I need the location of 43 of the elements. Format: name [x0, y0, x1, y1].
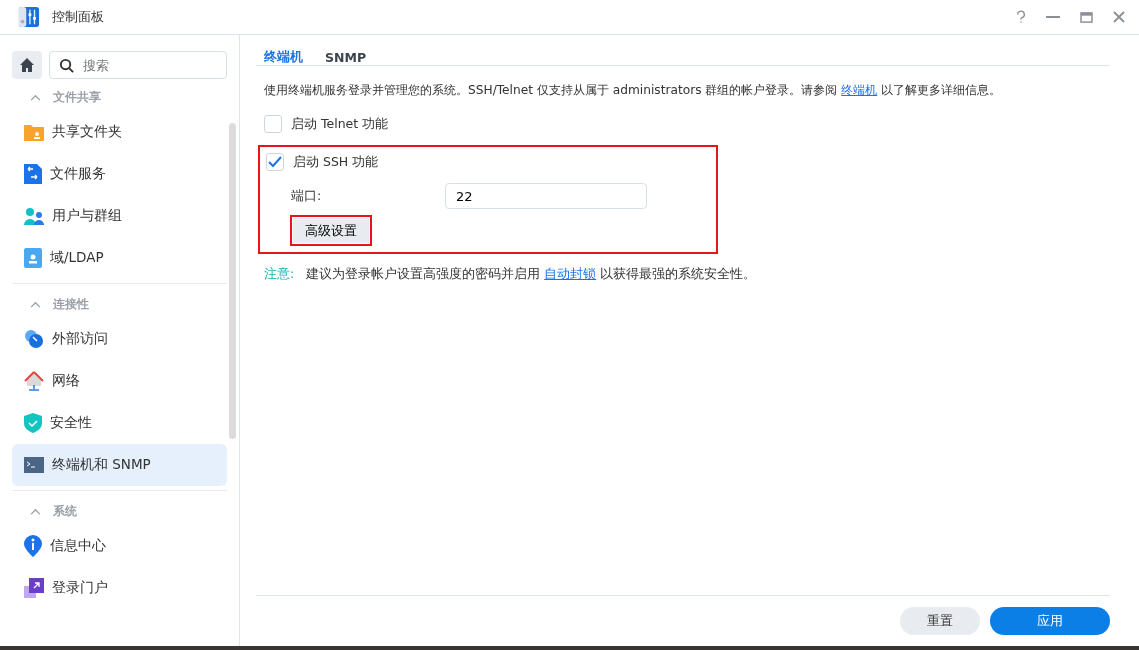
search-field[interactable]: 搜索 — [49, 51, 227, 79]
search-icon — [59, 58, 74, 73]
portal-icon — [24, 578, 44, 598]
control-panel-icon — [18, 6, 40, 28]
sidebar-item[interactable]: 文件服务 — [12, 153, 227, 195]
note-text: 注意: 建议为登录帐户设置高强度的密码并启用 自动封锁 以获得最强的系统安全性。 — [264, 266, 758, 283]
sidebar-item[interactable]: 共享文件夹 — [12, 111, 227, 153]
checkbox[interactable]: 启动 SSH 功能 — [266, 151, 710, 173]
close-icon[interactable] — [1113, 11, 1125, 23]
checkbox[interactable]: 启动 Telnet 功能 — [264, 113, 1102, 135]
maximize-icon[interactable] — [1080, 11, 1093, 23]
link[interactable]: 终端机 — [841, 83, 878, 97]
link[interactable]: 自动封锁 — [544, 266, 597, 281]
home-button[interactable] — [12, 51, 42, 79]
port-field[interactable]: 22 — [445, 183, 647, 209]
scrollbar[interactable] — [229, 123, 236, 439]
terminal-icon — [24, 457, 44, 473]
window-title: 控制面板 — [52, 8, 104, 26]
sidebar-item[interactable]: 终端机和 SNMP — [12, 444, 227, 486]
tab[interactable]: 终端机 — [264, 49, 303, 65]
info-icon — [24, 535, 42, 557]
reset-button[interactable]: 重置 — [900, 607, 980, 635]
sidebar-item[interactable]: 外部访问 — [12, 318, 227, 360]
sidebar-item[interactable]: 登录门户 — [12, 567, 227, 609]
advanced-settings-button[interactable]: 高级设置 — [293, 218, 369, 243]
sidebar-item[interactable]: 安全性 — [12, 402, 227, 444]
apply-button[interactable]: 应用 — [990, 607, 1110, 635]
file-transfer-icon — [24, 164, 42, 184]
port-label: 端口: — [291, 187, 323, 205]
sidebar-item[interactable]: 信息中心 — [12, 525, 227, 567]
home-icon — [19, 57, 35, 73]
help-icon[interactable] — [1016, 10, 1026, 24]
description-text: 使用终端机服务登录并管理您的系统。SSH/Telnet 仅支持从属于 administrators 群组的帐户登录。请参阅 终端机 以了解更多详细信息。 — [264, 82, 1003, 99]
house-network-icon — [24, 371, 44, 391]
sidebar-item[interactable]: 用户与群组 — [12, 195, 227, 237]
sidebar-item[interactable]: 域/LDAP — [12, 237, 227, 279]
globe-icon — [24, 329, 44, 349]
shield-check-icon — [24, 413, 42, 433]
tab[interactable]: SNMP — [325, 49, 367, 65]
folder-icon — [24, 123, 44, 141]
users-icon — [24, 207, 44, 225]
id-card-icon — [24, 248, 42, 268]
sidebar-item[interactable]: 网络 — [12, 360, 227, 402]
